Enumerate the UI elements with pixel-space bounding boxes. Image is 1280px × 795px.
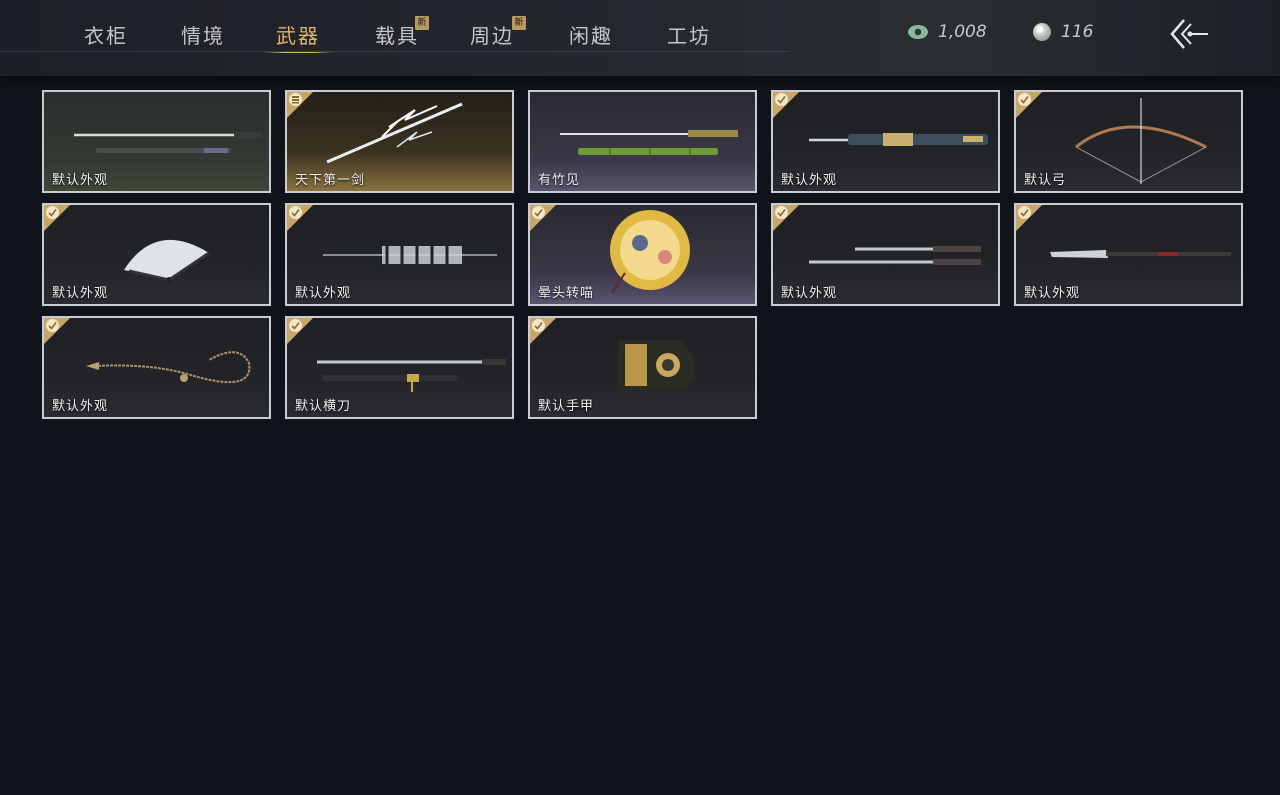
weapon-card[interactable]: 默认外观 [771, 90, 1000, 193]
tab-vehicles[interactable]: 载具新 [375, 16, 429, 50]
check-icon [775, 93, 788, 106]
check-icon [289, 319, 302, 332]
tab-scene[interactable]: 情境 [181, 20, 225, 50]
card-label: 默认外观 [52, 173, 109, 188]
card-label: 默认外观 [52, 286, 109, 301]
card-label: 默认外观 [52, 399, 109, 414]
weapon-card[interactable]: 晕头转喵 [528, 203, 757, 306]
weapon-card[interactable]: 默认外观 [1014, 203, 1243, 306]
check-icon [289, 206, 302, 219]
card-label: 有竹见 [538, 173, 581, 188]
weapon-card[interactable]: 默认弓 [1014, 90, 1243, 193]
tab-wardrobe[interactable]: 衣柜 [84, 20, 128, 50]
tab-peripherals[interactable]: 周边新 [470, 16, 526, 50]
pearl-amount: 116 [1061, 22, 1094, 42]
tab-workshop[interactable]: 工坊 [667, 20, 711, 50]
check-icon [532, 206, 545, 219]
weapon-card[interactable]: 默认外观 [771, 203, 1000, 306]
card-label: 默认横刀 [295, 399, 352, 414]
card-label: 默认外观 [781, 173, 838, 188]
check-icon [46, 206, 59, 219]
card-label: 晕头转喵 [538, 286, 595, 301]
tab-label: 闲趣 [569, 24, 613, 48]
jade-amount: 1,008 [938, 22, 987, 42]
card-label: 默认弓 [1024, 173, 1067, 188]
weapon-card[interactable]: 默认外观 [42, 316, 271, 419]
tab-weapons[interactable]: 武器 [264, 20, 332, 53]
pearl-icon [1033, 23, 1051, 41]
weapon-card[interactable]: 有竹见 [528, 90, 757, 193]
weapon-card[interactable]: 默认外观 [285, 203, 514, 306]
check-icon [1018, 206, 1031, 219]
tab-label: 周边 [470, 24, 514, 48]
tabs-divider [0, 51, 790, 52]
jade-coin-icon [908, 25, 928, 39]
tab-label: 武器 [276, 24, 320, 48]
card-label: 默认外观 [1024, 286, 1081, 301]
back-button[interactable] [1164, 16, 1212, 52]
weapon-card[interactable]: 默认横刀 [285, 316, 514, 419]
card-label: 默认手甲 [538, 399, 595, 414]
tab-leisure[interactable]: 闲趣 [569, 20, 613, 50]
weapon-card[interactable]: 默认外观 [42, 90, 271, 193]
card-label: 天下第一剑 [295, 173, 366, 188]
tab-label: 情境 [181, 24, 225, 48]
tab-label: 工坊 [667, 24, 711, 48]
check-icon [1018, 93, 1031, 106]
weapon-card[interactable]: 默认外观 [42, 203, 271, 306]
check-icon [46, 319, 59, 332]
card-label: 默认外观 [295, 286, 352, 301]
new-badge: 新 [415, 16, 429, 30]
card-label: 默认外观 [781, 286, 838, 301]
category-tabs: 衣柜 情境 武器 载具新 周边新 闲趣 工坊 [0, 0, 790, 53]
tab-label: 衣柜 [84, 24, 128, 48]
check-icon [532, 319, 545, 332]
stacked-status-icon [289, 93, 302, 106]
check-icon [775, 206, 788, 219]
jade-currency: 1,008 [908, 20, 987, 44]
weapon-card[interactable]: 默认手甲 [528, 316, 757, 419]
back-arrow-icon [1170, 19, 1208, 49]
weapon-card[interactable]: 天下第一剑 [285, 90, 514, 193]
tab-label: 载具 [375, 24, 419, 48]
pearl-currency: 116 [1033, 20, 1093, 44]
new-badge: 新 [512, 16, 526, 30]
top-bar: 衣柜 情境 武器 载具新 周边新 闲趣 工坊 1,008 116 [0, 0, 1280, 76]
